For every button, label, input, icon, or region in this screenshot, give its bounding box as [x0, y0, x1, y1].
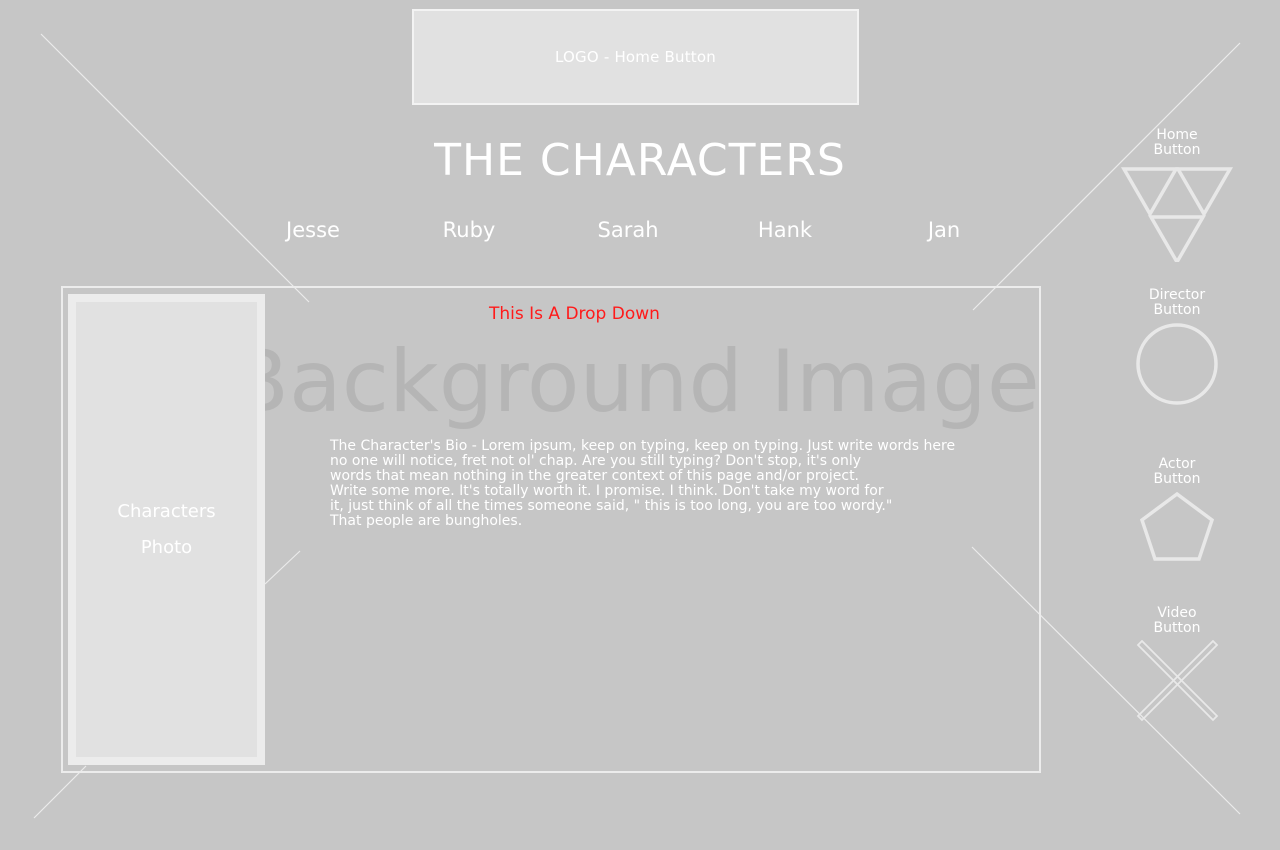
bio-line: no one will notice, fret not ol' chap. A… [330, 453, 862, 469]
circle-icon [1136, 323, 1218, 405]
character-photo-placeholder: Characters Photo [76, 302, 257, 757]
side-actor-label-line1: Actor [1158, 456, 1196, 472]
side-director-label: Director Button [1135, 288, 1219, 318]
side-actor-label: Actor Button [1137, 457, 1217, 487]
character-nav: Jesse Ruby Sarah Hank Jan [0, 218, 1280, 250]
photo-label-line1: Characters [117, 500, 216, 522]
side-home-button[interactable]: Home Button [1120, 128, 1234, 262]
bio-line: it, just think of all the times someone … [330, 498, 893, 514]
bio-line: That people are bungholes. [330, 513, 523, 529]
side-home-label-line1: Home [1156, 127, 1198, 143]
side-actor-button[interactable]: Actor Button [1137, 457, 1217, 563]
character-link-sarah[interactable]: Sarah [597, 218, 658, 242]
character-bio: The Character's Bio - Lorem ipsum, keep … [330, 439, 990, 529]
side-video-label-line1: Video [1157, 605, 1197, 621]
background-image-placeholder: Background Image [230, 332, 1038, 432]
side-home-label: Home Button [1120, 128, 1234, 158]
pentagon-icon [1139, 491, 1215, 561]
x-icon [1136, 640, 1219, 722]
logo-home-button[interactable]: LOGO - Home Button [412, 9, 859, 105]
side-video-label-line2: Button [1153, 620, 1201, 636]
character-link-jan[interactable]: Jan [928, 218, 960, 242]
character-link-ruby[interactable]: Ruby [443, 218, 496, 242]
bio-line: Write some more. It's totally worth it. … [330, 483, 884, 499]
side-video-button[interactable]: Video Button [1135, 606, 1219, 724]
side-director-button[interactable]: Director Button [1135, 288, 1219, 406]
logo-label: LOGO - Home Button [555, 48, 716, 66]
character-dropdown[interactable]: This Is A Drop Down [489, 304, 660, 324]
side-video-label: Video Button [1135, 606, 1219, 636]
character-photo: Characters Photo [68, 294, 265, 765]
page: LOGO - Home Button THE CHARACTERS Jesse … [0, 0, 1280, 850]
character-link-hank[interactable]: Hank [758, 218, 812, 242]
side-home-label-line2: Button [1153, 142, 1201, 158]
character-link-jesse[interactable]: Jesse [286, 218, 340, 242]
side-director-label-line1: Director [1148, 287, 1206, 303]
bio-line: The Character's Bio - Lorem ipsum, keep … [330, 438, 956, 454]
side-director-label-line2: Button [1153, 302, 1201, 318]
photo-label-line2: Photo [140, 536, 193, 558]
page-title: THE CHARACTERS [434, 135, 846, 186]
triangles-icon [1120, 167, 1234, 262]
bio-line: words that mean nothing in the greater c… [330, 468, 860, 484]
side-actor-label-line2: Button [1153, 471, 1201, 487]
